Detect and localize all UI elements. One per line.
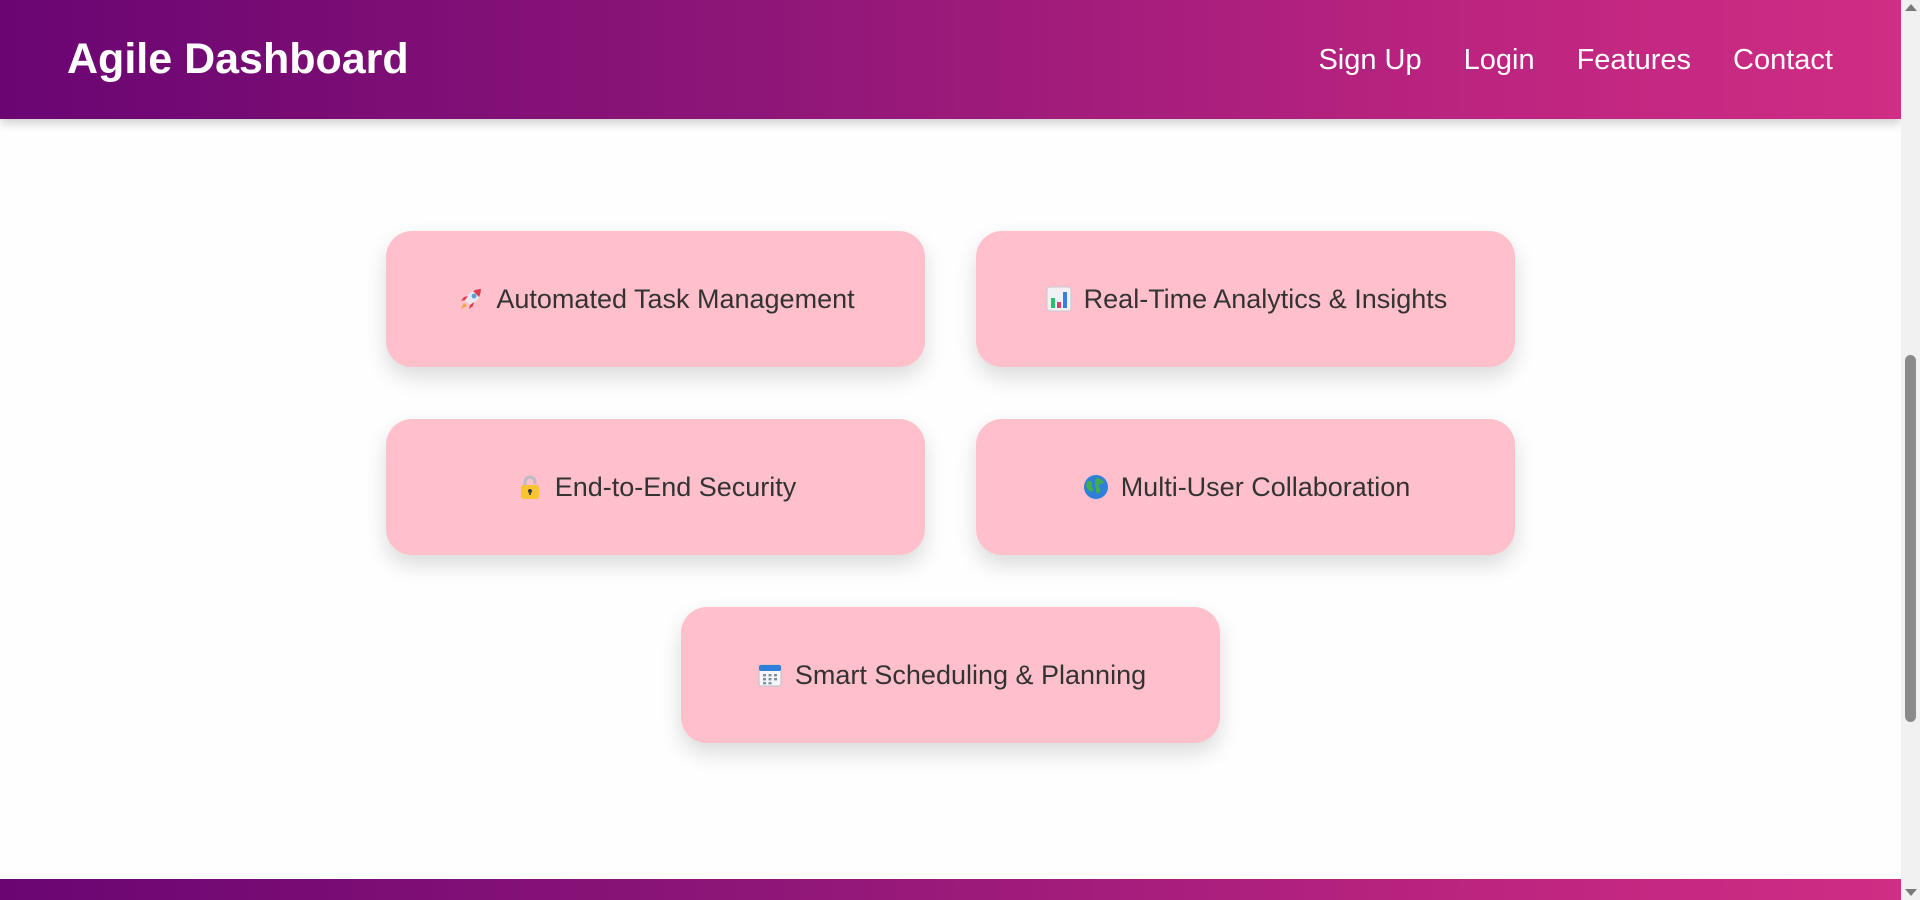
feature-card-analytics[interactable]: Real-Time Analytics & Insights [976, 231, 1515, 367]
feature-label: Multi-User Collaboration [1120, 471, 1411, 502]
scroll-up-icon[interactable] [1905, 4, 1917, 11]
feature-card-task-management[interactable]: Automated Task Management [386, 231, 925, 367]
nav-link-login[interactable]: Login [1464, 40, 1535, 80]
brand-title[interactable]: Agile Dashboard [67, 33, 409, 85]
page: Agile Dashboard Sign Up Login Features C… [0, 0, 1920, 900]
feature-label: End-to-End Security [554, 471, 797, 502]
scroll-down-icon[interactable] [1905, 889, 1917, 896]
bar-chart-icon [1044, 284, 1074, 314]
nav-link-contact[interactable]: Contact [1733, 40, 1833, 80]
feature-label: Real-Time Analytics & Insights [1083, 283, 1448, 314]
nav-link-features[interactable]: Features [1577, 40, 1691, 80]
rocket-icon [456, 284, 486, 314]
feature-card-security[interactable]: End-to-End Security [386, 419, 925, 555]
feature-card-collaboration[interactable]: Multi-User Collaboration [976, 419, 1515, 555]
calendar-icon [755, 660, 785, 690]
vertical-scrollbar[interactable] [1901, 0, 1920, 900]
feature-card-scheduling[interactable]: Smart Scheduling & Planning [681, 607, 1220, 743]
scroll-thumb[interactable] [1905, 355, 1916, 722]
footer-bar [0, 879, 1901, 900]
lock-icon [515, 472, 545, 502]
feature-label: Smart Scheduling & Planning [794, 659, 1147, 690]
top-navbar: Agile Dashboard Sign Up Login Features C… [0, 0, 1901, 119]
nav-links: Sign Up Login Features Contact [1318, 40, 1833, 80]
globe-icon [1081, 472, 1111, 502]
nav-link-sign-up[interactable]: Sign Up [1318, 40, 1421, 80]
feature-label: Automated Task Management [496, 283, 855, 314]
